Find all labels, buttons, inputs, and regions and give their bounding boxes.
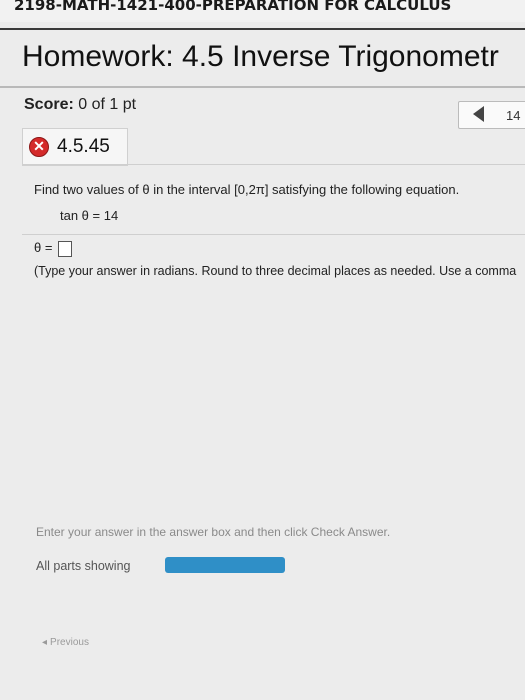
- homework-title: Homework: 4.5 Inverse Trigonometr: [22, 40, 499, 73]
- question-prompt: Find two values of θ in the interval [0,…: [34, 182, 460, 197]
- help-hint: Enter your answer in the answer box and …: [36, 525, 391, 539]
- question-id: 4.5.45: [57, 136, 110, 157]
- question-navigator[interactable]: 14: [458, 101, 525, 129]
- question-id-box: ✕ 4.5.45: [22, 128, 128, 166]
- answer-divider: [22, 234, 525, 235]
- answer-row: θ =: [34, 240, 73, 257]
- chevron-left-icon: ◂: [42, 637, 48, 648]
- course-title: 2198-MATH-1421-400-PREPARATION FOR CALCU…: [14, 0, 452, 14]
- previous-question-arrow-icon[interactable]: [473, 106, 484, 122]
- incorrect-x-icon: ✕: [29, 137, 49, 157]
- answer-label: θ =: [34, 240, 53, 255]
- title-divider: [0, 86, 525, 88]
- header-divider: [0, 28, 525, 30]
- score-label: Score:: [24, 96, 74, 113]
- previous-button[interactable]: ◂ Previous: [36, 630, 98, 652]
- parts-showing-label: All parts showing: [36, 559, 131, 573]
- question-number: 14: [506, 108, 521, 123]
- previous-label: Previous: [50, 637, 89, 648]
- question-equation: tan θ = 14: [60, 208, 119, 223]
- course-header: 2198-MATH-1421-400-PREPARATION FOR CALCU…: [0, 0, 525, 22]
- answer-input[interactable]: [58, 240, 73, 257]
- score-value: 0 of 1 pt: [78, 96, 137, 113]
- score-display: Score: 0 of 1 pt: [24, 96, 136, 114]
- answer-instruction: (Type your answer in radians. Round to t…: [34, 264, 517, 278]
- parts-progress-fill: [165, 557, 285, 573]
- parts-progress-bar: [165, 557, 285, 573]
- question-divider: [22, 164, 525, 165]
